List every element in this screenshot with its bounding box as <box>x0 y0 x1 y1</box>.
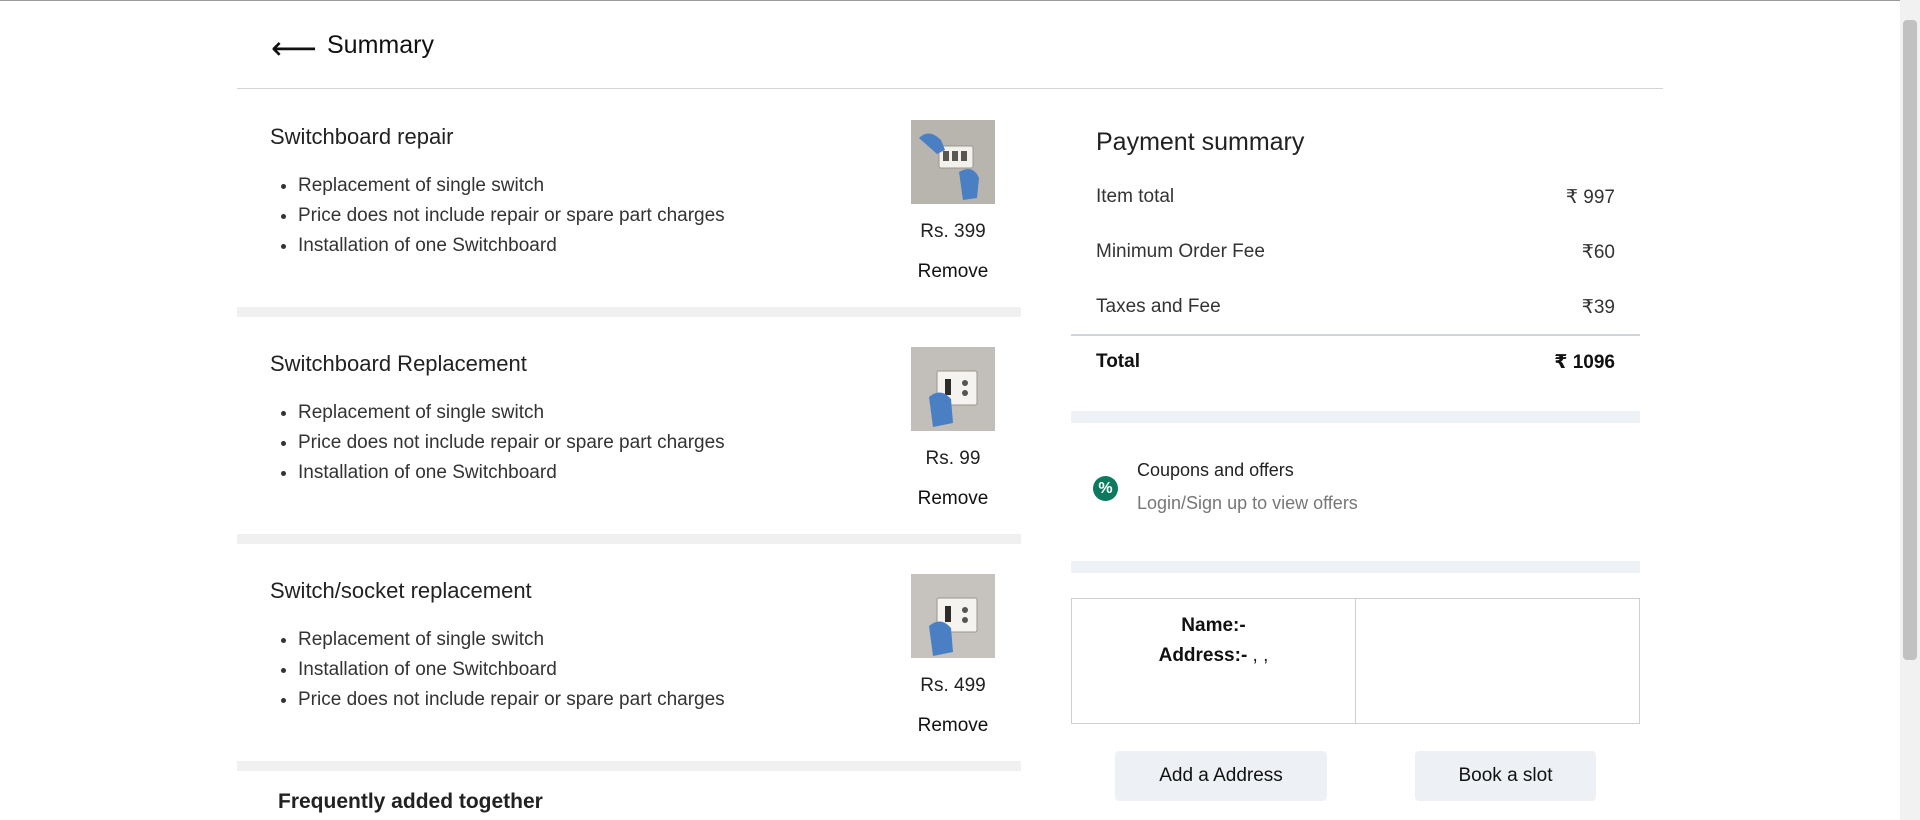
service-points: Replacement of single switch Installatio… <box>298 625 725 715</box>
total-value: ₹ 1096 <box>1554 352 1615 373</box>
service-title: Switchboard Replacement <box>270 351 527 376</box>
name-label: Name:- <box>1181 615 1246 636</box>
total-label: Total <box>1096 351 1140 372</box>
service-point: Replacement of single switch <box>298 171 725 201</box>
service-card: Switchboard Replacement Replacement of s… <box>237 317 1021 544</box>
coupons-login-link[interactable]: Login/Sign up to view offers <box>1137 493 1358 514</box>
remove-button[interactable]: Remove <box>857 715 1049 737</box>
service-price: Rs. 99 <box>925 448 981 469</box>
service-price: Rs. 399 <box>920 221 986 242</box>
payment-divider <box>1071 334 1640 336</box>
scrollbar-thumb[interactable] <box>1903 20 1917 660</box>
service-point: Installation of one Switchboard <box>298 231 725 261</box>
vertical-scrollbar[interactable] <box>1900 0 1920 820</box>
section-divider-band <box>1071 411 1640 423</box>
service-card: Switch/socket replacement Replacement of… <box>237 544 1021 771</box>
address-box: Name:- Address:- , , <box>1071 598 1640 724</box>
address-label: Address:- <box>1158 645 1248 666</box>
item-total-value: ₹ 997 <box>1565 187 1615 208</box>
percent-badge-icon: % <box>1093 476 1118 501</box>
address-details: Name:- Address:- , , <box>1072 599 1356 723</box>
service-point: Price does not include repair or spare p… <box>298 685 725 715</box>
taxes-label: Taxes and Fee <box>1096 296 1221 317</box>
switchboard-repair-image <box>911 120 995 204</box>
name-line: Name:- <box>1072 611 1355 641</box>
service-point: Installation of one Switchboard <box>298 458 725 488</box>
page-title: Summary <box>327 31 434 59</box>
service-point: Replacement of single switch <box>298 398 725 428</box>
payment-summary-title: Payment summary <box>1096 128 1305 156</box>
service-points: Replacement of single switch Price does … <box>298 398 725 488</box>
remove-button[interactable]: Remove <box>857 488 1049 510</box>
address-value: , , <box>1247 645 1269 666</box>
item-total-label: Item total <box>1096 186 1175 207</box>
service-card: Switchboard repair Replacement of single… <box>237 90 1021 317</box>
service-point: Price does not include repair or spare p… <box>298 428 725 458</box>
remove-button[interactable]: Remove <box>857 261 1049 283</box>
service-point: Installation of one Switchboard <box>298 655 725 685</box>
service-price: Rs. 499 <box>920 675 986 696</box>
add-address-button[interactable]: Add a Address <box>1115 751 1327 801</box>
service-points: Replacement of single switch Price does … <box>298 171 725 261</box>
book-slot-button[interactable]: Book a slot <box>1415 751 1596 801</box>
cart-services-list: Switchboard repair Replacement of single… <box>237 90 1021 813</box>
min-fee-value: ₹60 <box>1581 242 1615 263</box>
section-divider-band <box>1071 561 1640 573</box>
summary-header: ⟵ Summary <box>237 0 1663 89</box>
coupons-title[interactable]: Coupons and offers <box>1137 460 1294 481</box>
min-fee-label: Minimum Order Fee <box>1096 241 1265 262</box>
service-point: Price does not include repair or spare p… <box>298 201 725 231</box>
service-title: Switchboard repair <box>270 124 454 149</box>
address-line: Address:- , , <box>1072 641 1355 671</box>
switchboard-replacement-image <box>911 347 995 431</box>
frequently-added-title: Frequently added together <box>278 790 543 813</box>
taxes-value: ₹39 <box>1581 297 1615 318</box>
arrow-left-icon[interactable]: ⟵ <box>271 28 317 68</box>
service-point: Replacement of single switch <box>298 625 725 655</box>
switch-socket-image <box>911 574 995 658</box>
service-title: Switch/socket replacement <box>270 578 532 603</box>
